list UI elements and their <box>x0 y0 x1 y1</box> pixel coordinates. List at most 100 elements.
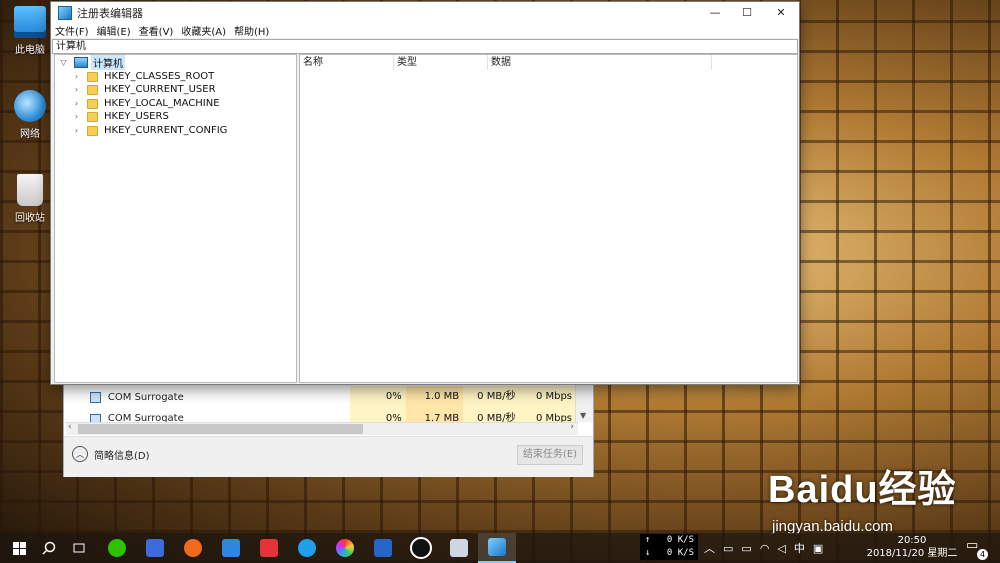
tree-item-hkey-local-machine[interactable]: › HKEY_LOCAL_MACHINE <box>72 97 220 110</box>
windows-logo-icon <box>12 541 26 555</box>
baidu-watermark: Baidu经验 <box>768 469 957 511</box>
chevron-right-icon[interactable]: › <box>72 85 81 94</box>
registry-editor-window: 注册表编辑器 — ☐ ✕ 文件(F) 编辑(E) 查看(V) 收藏夹(A) 帮助… <box>50 1 800 385</box>
window-title: 注册表编辑器 <box>77 6 143 20</box>
computer-icon <box>74 57 88 68</box>
column-header-name[interactable]: 名称 <box>300 55 394 70</box>
chevron-right-icon[interactable]: › <box>72 126 81 135</box>
close-button[interactable]: ✕ <box>763 2 799 23</box>
taskbar-app-qq[interactable] <box>402 533 440 563</box>
this-pc-icon <box>14 6 46 38</box>
start-button[interactable] <box>4 533 34 563</box>
battery-icon[interactable]: ▭ <box>741 542 751 555</box>
desktop-icon-network[interactable]: 网络 <box>8 90 52 140</box>
menu-favorites[interactable]: 收藏夹(A) <box>181 23 226 38</box>
folder-icon <box>87 84 98 95</box>
vertical-scrollbar[interactable]: ▼ <box>575 380 593 422</box>
clock[interactable]: 20:50 2018/11/20 星期二 <box>862 534 962 560</box>
cpu-cell: 0% <box>350 408 406 422</box>
chevron-right-icon[interactable]: › <box>72 72 81 81</box>
wifi-icon[interactable]: ◠ <box>760 542 770 555</box>
address-bar[interactable]: 计算机 <box>52 39 798 54</box>
arrow-up-icon: ↑ <box>645 535 651 545</box>
maximize-button[interactable]: ☐ <box>731 2 763 23</box>
memory-cell: 1.0 MB <box>405 386 464 408</box>
tray-app-icon[interactable]: ▭ <box>723 542 733 555</box>
search-button[interactable] <box>34 533 64 563</box>
scrollbar-thumb[interactable] <box>78 424 363 434</box>
qq-penguin-icon <box>410 537 432 559</box>
tree-item-hkey-classes-root[interactable]: › HKEY_CLASSES_ROOT <box>72 70 214 83</box>
scroll-right-icon[interactable]: › <box>570 422 574 432</box>
taskbar-app-computer[interactable] <box>440 533 478 563</box>
taskbar-app-toolbox[interactable] <box>364 533 402 563</box>
table-row[interactable]: COM Surrogate 0% 1.0 MB 0 MB/秒 0 Mbps <box>64 386 577 408</box>
cube-icon <box>222 539 240 557</box>
regedit-icon <box>488 538 506 556</box>
menu-file[interactable]: 文件(F) <box>55 23 89 38</box>
volume-icon[interactable]: ◁ <box>777 542 785 555</box>
desktop-icon-this-pc[interactable]: 此电脑 <box>8 6 52 56</box>
minimize-button[interactable]: — <box>699 2 731 23</box>
task-manager-window: COM Surrogate 0% 1.0 MB 0 MB/秒 0 Mbps CO… <box>63 380 594 477</box>
task-view-button[interactable] <box>64 533 94 563</box>
taskbar-app-wechat[interactable] <box>98 533 136 563</box>
scroll-down-icon[interactable]: ▼ <box>580 411 586 420</box>
folder-icon <box>87 125 98 136</box>
tree-item-label: HKEY_USERS <box>104 111 169 122</box>
tree-item-label: HKEY_LOCAL_MACHINE <box>104 98 220 109</box>
folder-icon <box>87 71 98 82</box>
values-list-pane[interactable]: 名称 类型 数据 <box>299 54 798 383</box>
taskbar-app-music[interactable] <box>174 533 212 563</box>
taskbar-app-regedit[interactable] <box>478 533 516 563</box>
taskbar-app-nt[interactable] <box>250 533 288 563</box>
network-speed-widget[interactable]: ↑ 0 K/S ↓ 0 K/S <box>640 534 698 560</box>
notification-count-badge: 4 <box>977 549 988 560</box>
cpu-cell: 0% <box>350 386 406 408</box>
menu-view[interactable]: 查看(V) <box>139 23 174 38</box>
disk-cell: 0 MB/秒 <box>463 386 520 408</box>
taskbar-app-box[interactable] <box>212 533 250 563</box>
tree-root[interactable]: ▽ 计算机 <box>59 55 125 70</box>
fewer-details-button[interactable]: ︿ 简略信息(D) <box>72 446 150 462</box>
process-name: COM Surrogate <box>107 391 184 403</box>
taskbar-app-feishu[interactable] <box>136 533 174 563</box>
download-speed: ↓ 0 K/S <box>640 547 698 560</box>
taskbar-app-colorful[interactable] <box>326 533 364 563</box>
tree-root-label: 计算机 <box>91 55 125 70</box>
desktop-icon-recycle-bin[interactable]: 回收站 <box>8 174 52 224</box>
horizontal-scrollbar[interactable]: ‹ › <box>66 422 578 435</box>
key-tree-pane[interactable]: ▽ 计算机 › HKEY_CLASSES_ROOT › HKEY_CURRENT… <box>54 54 297 383</box>
taskbar <box>0 533 1000 563</box>
fewer-details-label: 简略信息(D) <box>94 450 150 462</box>
chevron-up-icon[interactable]: ︿ <box>704 540 715 556</box>
network-cell: 0 Mbps <box>519 386 577 408</box>
menu-help[interactable]: 帮助(H) <box>234 23 269 38</box>
desktop-icon-label: 回收站 <box>15 213 45 224</box>
menu-edit[interactable]: 编辑(E) <box>97 23 131 38</box>
tree-item-hkey-current-config[interactable]: › HKEY_CURRENT_CONFIG <box>72 124 228 137</box>
tree-item-hkey-users[interactable]: › HKEY_USERS <box>72 110 169 123</box>
chevron-down-icon[interactable]: ▽ <box>59 58 68 67</box>
chevron-right-icon[interactable]: › <box>72 112 81 121</box>
end-task-button[interactable]: 结束任务(E) <box>517 445 583 465</box>
headphones-icon <box>184 539 202 557</box>
toolbox-icon <box>374 539 392 557</box>
tree-item-hkey-current-user[interactable]: › HKEY_CURRENT_USER <box>72 83 216 96</box>
tree-item-label: HKEY_CURRENT_USER <box>104 84 216 95</box>
input-method-icon[interactable]: ▣ <box>813 542 823 555</box>
scroll-left-icon[interactable]: ‹ <box>68 422 72 432</box>
download-speed-value: 0 K/S <box>666 548 694 558</box>
table-row[interactable]: COM Surrogate 0% 1.7 MB 0 MB/秒 0 Mbps <box>64 408 576 422</box>
action-center-button[interactable]: ▭ 4 <box>966 538 988 560</box>
ime-indicator[interactable]: 中 <box>794 540 805 556</box>
chevron-up-icon: ︿ <box>72 446 88 462</box>
column-header-data[interactable]: 数据 <box>488 55 712 70</box>
chevron-right-icon[interactable]: › <box>72 99 81 108</box>
process-icon <box>90 391 101 403</box>
taskbar-app-ie[interactable] <box>288 533 326 563</box>
arrow-down-icon: ↓ <box>645 548 651 558</box>
title-bar[interactable]: 注册表编辑器 — ☐ ✕ <box>51 2 799 23</box>
column-header-type[interactable]: 类型 <box>394 55 488 70</box>
task-view-icon <box>73 543 85 553</box>
